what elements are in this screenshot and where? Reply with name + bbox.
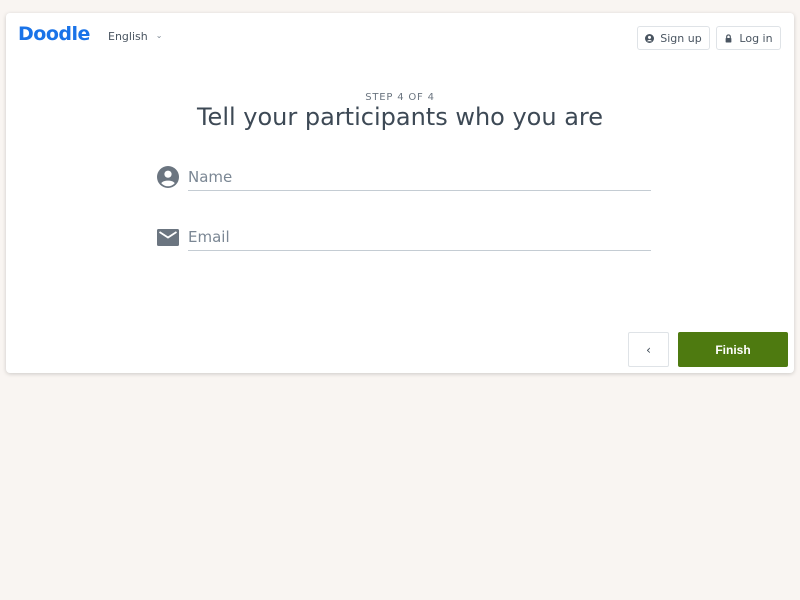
chevron-down-icon: ⌄ [155,31,163,40]
back-button[interactable]: ‹ [628,332,669,367]
email-field-group [156,223,651,253]
sign-up-button[interactable]: Sign up [637,26,710,50]
doodle-logo[interactable]: Doodle [18,23,90,45]
envelope-icon [157,229,179,246]
log-in-label: Log in [739,31,773,45]
finish-button[interactable]: Finish [678,332,788,367]
log-in-button[interactable]: Log in [716,26,781,50]
name-input[interactable] [188,163,651,191]
sign-up-label: Sign up [660,31,702,45]
name-field-group [156,163,651,193]
email-input[interactable] [188,223,651,251]
wizard-card: Doodle English ⌄ Sign up Log in STEP 4 O… [6,13,794,373]
language-label: English [108,30,148,43]
step-indicator: STEP 4 OF 4 [365,92,435,103]
header: Doodle English ⌄ Sign up Log in [6,13,794,63]
person-icon [157,166,179,188]
lock-icon [726,33,732,43]
page-title: Tell your participants who you are [196,103,604,131]
user-circle-icon [645,33,655,43]
language-selector[interactable]: English ⌄ [108,30,162,43]
chevron-left-icon: ‹ [646,342,651,357]
